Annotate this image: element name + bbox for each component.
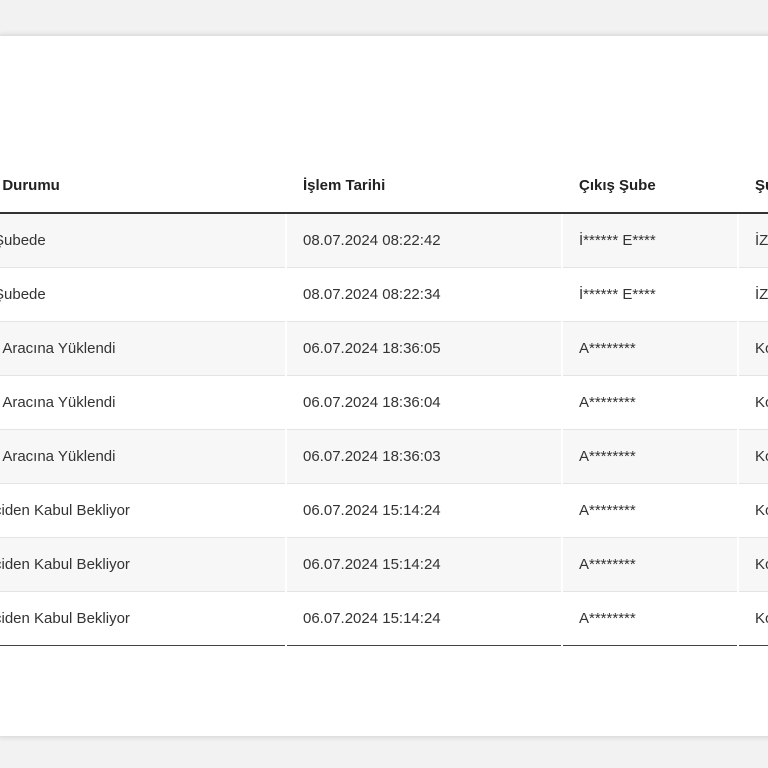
table-row: ciden Kabul Bekliyor 06.07.2024 15:14:24…	[0, 483, 768, 538]
cell-departure-branch: A********	[562, 321, 739, 376]
cell-departure-branch: A********	[562, 537, 739, 592]
table-row: ciden Kabul Bekliyor 06.07.2024 15:14:24…	[0, 591, 768, 646]
cell-transaction-date: 06.07.2024 15:14:24	[286, 483, 563, 538]
shipment-history-table: i Durumu İşlem Tarihi Çıkış Şube Şu Şube…	[0, 158, 768, 646]
cell-branch: Ko	[738, 429, 768, 484]
table-row: r Aracına Yüklendi 06.07.2024 18:36:05 A…	[0, 321, 768, 376]
cell-branch: İZ	[738, 267, 768, 322]
cell-branch: Ko	[738, 483, 768, 538]
cell-departure-branch: A********	[562, 483, 739, 538]
cell-departure-branch: A********	[562, 375, 739, 430]
column-header-departure-branch: Çıkış Şube	[562, 158, 739, 214]
cell-transaction-date: 06.07.2024 18:36:05	[286, 321, 563, 376]
table-row: Şubede 08.07.2024 08:22:42 İ****** E****…	[0, 213, 768, 268]
cell-transaction-date: 06.07.2024 15:14:24	[286, 591, 563, 646]
cell-branch: Ko	[738, 321, 768, 376]
cell-branch: Ko	[738, 537, 768, 592]
column-header-status: i Durumu	[0, 158, 287, 214]
shipment-history-card: i Durumu İşlem Tarihi Çıkış Şube Şu Şube…	[0, 36, 768, 736]
cell-transaction-date: 08.07.2024 08:22:34	[286, 267, 563, 322]
cell-status: Şubede	[0, 213, 287, 268]
cell-departure-branch: İ****** E****	[562, 213, 739, 268]
table-header-row: i Durumu İşlem Tarihi Çıkış Şube Şu	[0, 158, 768, 214]
cell-status: r Aracına Yüklendi	[0, 321, 287, 376]
cell-transaction-date: 08.07.2024 08:22:42	[286, 213, 563, 268]
cell-transaction-date: 06.07.2024 15:14:24	[286, 537, 563, 592]
cell-status: Şubede	[0, 267, 287, 322]
table-row: Şubede 08.07.2024 08:22:34 İ****** E****…	[0, 267, 768, 322]
cell-departure-branch: A********	[562, 429, 739, 484]
cell-transaction-date: 06.07.2024 18:36:04	[286, 375, 563, 430]
table-row: r Aracına Yüklendi 06.07.2024 18:36:04 A…	[0, 375, 768, 430]
table-row: ciden Kabul Bekliyor 06.07.2024 15:14:24…	[0, 537, 768, 592]
column-header-branch: Şu	[738, 158, 768, 214]
cell-branch: Ko	[738, 375, 768, 430]
cell-status: ciden Kabul Bekliyor	[0, 591, 287, 646]
column-header-transaction-date: İşlem Tarihi	[286, 158, 563, 214]
cell-departure-branch: İ****** E****	[562, 267, 739, 322]
cell-branch: Ko	[738, 591, 768, 646]
shipment-history-table-wrap: i Durumu İşlem Tarihi Çıkış Şube Şu Şube…	[0, 158, 768, 646]
cell-status: r Aracına Yüklendi	[0, 375, 287, 430]
cell-status: ciden Kabul Bekliyor	[0, 483, 287, 538]
cell-departure-branch: A********	[562, 591, 739, 646]
cell-status: ciden Kabul Bekliyor	[0, 537, 287, 592]
table-row: r Aracına Yüklendi 06.07.2024 18:36:03 A…	[0, 429, 768, 484]
cell-status: r Aracına Yüklendi	[0, 429, 287, 484]
cell-branch: İZ	[738, 213, 768, 268]
cell-transaction-date: 06.07.2024 18:36:03	[286, 429, 563, 484]
